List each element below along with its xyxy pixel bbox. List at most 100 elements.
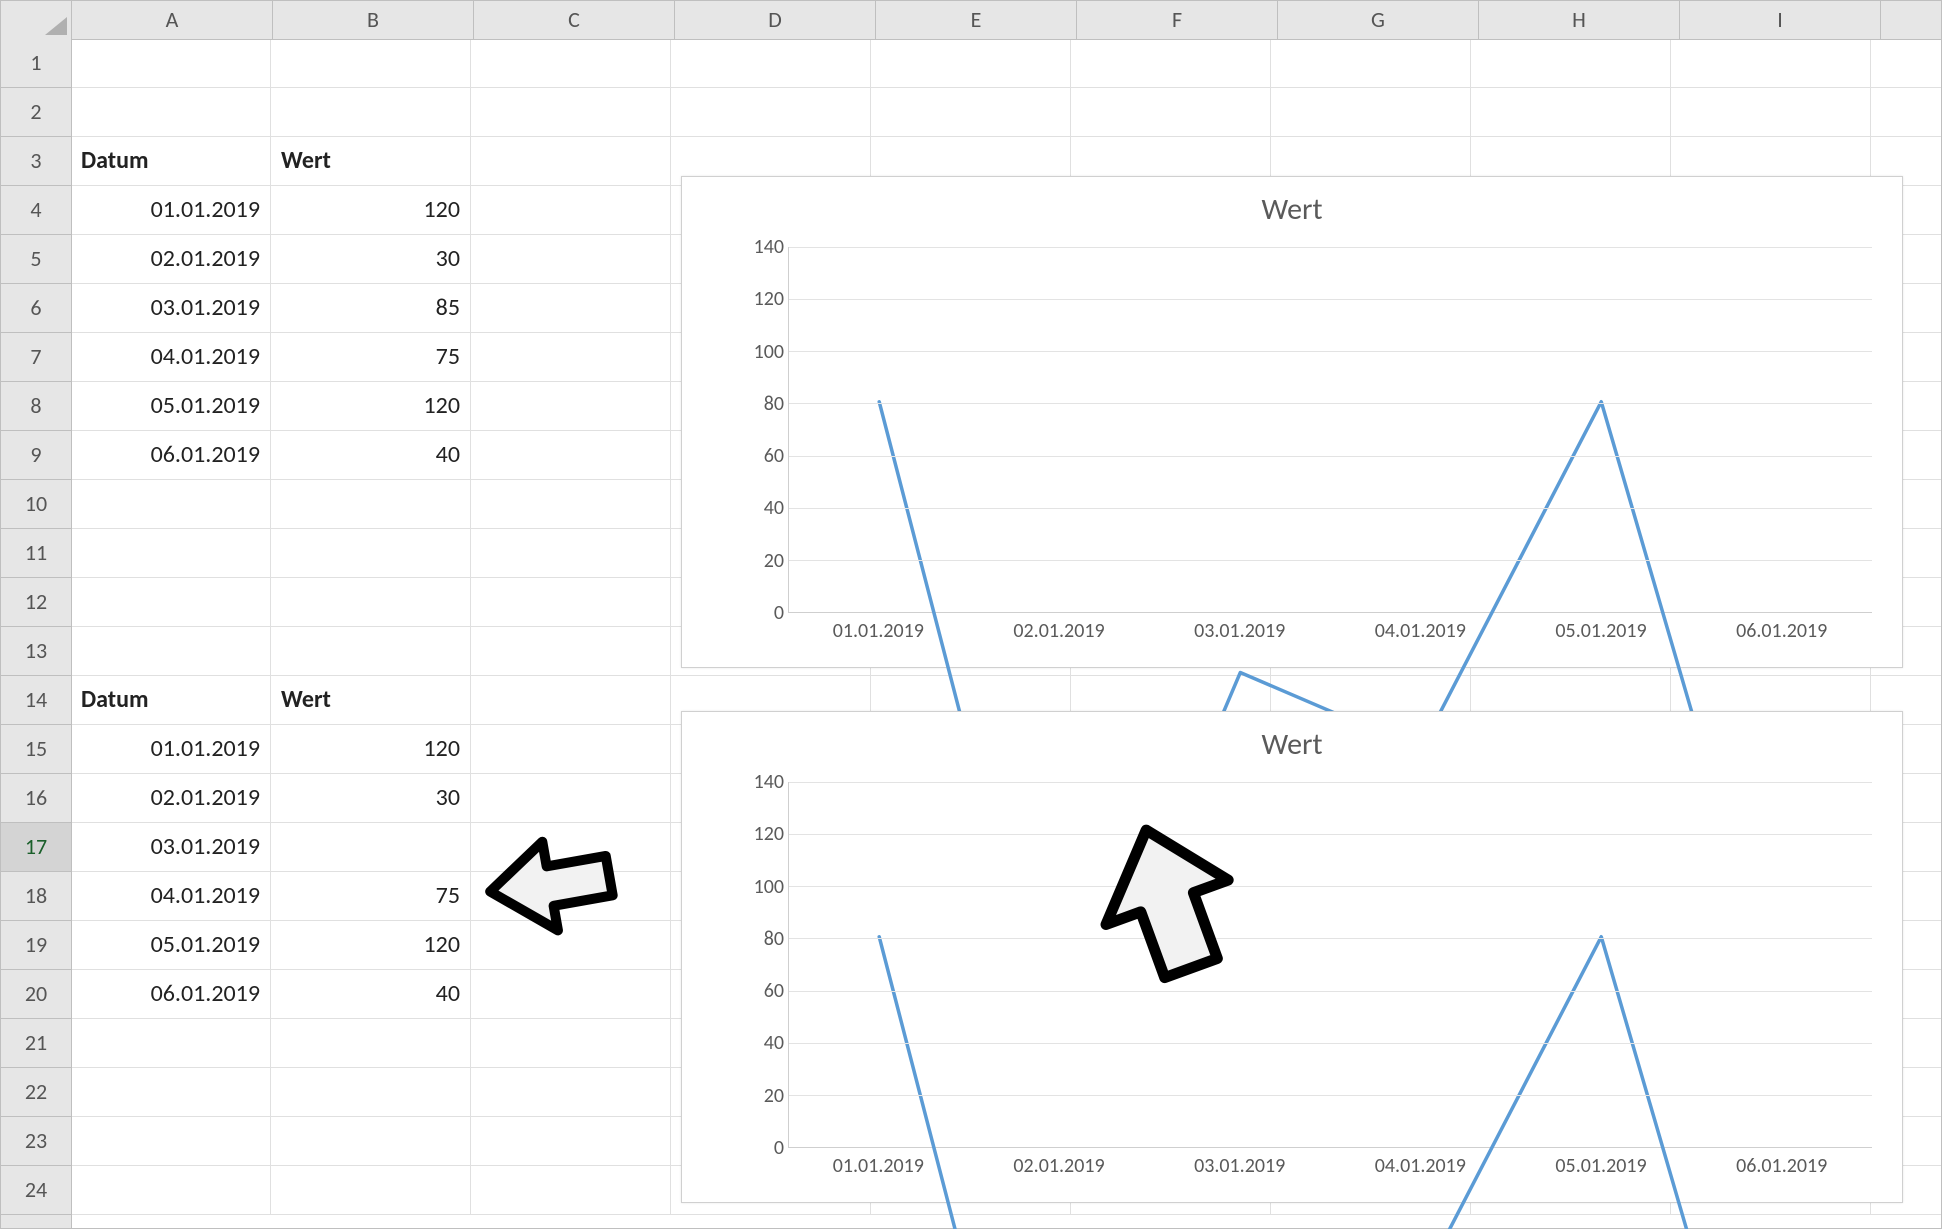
column-header-f[interactable]: F xyxy=(1077,1,1278,39)
cell-B22[interactable] xyxy=(271,1068,471,1116)
cell-C6[interactable] xyxy=(471,284,671,332)
cell-C5[interactable] xyxy=(471,235,671,283)
cell-B21[interactable] xyxy=(271,1019,471,1067)
cell-B19[interactable]: 120 xyxy=(271,921,471,969)
row-header-24[interactable]: 24 xyxy=(1,1166,71,1215)
cell-E2[interactable] xyxy=(871,88,1071,136)
cell-F1[interactable] xyxy=(1071,39,1271,87)
cell-B4[interactable]: 120 xyxy=(271,186,471,234)
cell-B6[interactable]: 85 xyxy=(271,284,471,332)
cell-C14[interactable] xyxy=(471,676,671,724)
cell-B15[interactable]: 120 xyxy=(271,725,471,773)
cell-C2[interactable] xyxy=(471,88,671,136)
row-header-14[interactable]: 14 xyxy=(1,676,71,725)
row-header-11[interactable]: 11 xyxy=(1,529,71,578)
cell-A22[interactable] xyxy=(71,1068,271,1116)
cell-C7[interactable] xyxy=(471,333,671,381)
row-header-9[interactable]: 9 xyxy=(1,431,71,480)
row-header-21[interactable]: 21 xyxy=(1,1019,71,1068)
cell-A24[interactable] xyxy=(71,1166,271,1214)
cell-C20[interactable] xyxy=(471,970,671,1018)
cell-C24[interactable] xyxy=(471,1166,671,1214)
cell-B8[interactable]: 120 xyxy=(271,382,471,430)
cell-C12[interactable] xyxy=(471,578,671,626)
row-header-12[interactable]: 12 xyxy=(1,578,71,627)
cell-C23[interactable] xyxy=(471,1117,671,1165)
column-header-e[interactable]: E xyxy=(876,1,1077,39)
cell-A4[interactable]: 01.01.2019 xyxy=(71,186,271,234)
cell-B1[interactable] xyxy=(271,39,471,87)
column-header-b[interactable]: B xyxy=(273,1,474,39)
cell-I1[interactable] xyxy=(1671,39,1871,87)
cell-B16[interactable]: 30 xyxy=(271,774,471,822)
cell-A16[interactable]: 02.01.2019 xyxy=(71,774,271,822)
cell-B17[interactable] xyxy=(271,823,471,871)
column-header-h[interactable]: H xyxy=(1479,1,1680,39)
select-all-corner[interactable] xyxy=(1,1,72,39)
cell-A9[interactable]: 06.01.2019 xyxy=(71,431,271,479)
cell-B20[interactable]: 40 xyxy=(271,970,471,1018)
row-header-15[interactable]: 15 xyxy=(1,725,71,774)
cell-G2[interactable] xyxy=(1271,88,1471,136)
row-header-10[interactable]: 10 xyxy=(1,480,71,529)
chart-bottom[interactable]: Wert 01.01.201902.01.201903.01.201904.01… xyxy=(681,711,1903,1203)
row-header-2[interactable]: 2 xyxy=(1,88,71,137)
cell-C21[interactable] xyxy=(471,1019,671,1067)
cell-B12[interactable] xyxy=(271,578,471,626)
cell-A8[interactable]: 05.01.2019 xyxy=(71,382,271,430)
row-header-13[interactable]: 13 xyxy=(1,627,71,676)
cell-B9[interactable]: 40 xyxy=(271,431,471,479)
cell-B14[interactable]: Wert xyxy=(271,676,471,724)
cell-B2[interactable] xyxy=(271,88,471,136)
cell-A1[interactable] xyxy=(71,39,271,87)
cell-F2[interactable] xyxy=(1071,88,1271,136)
cell-A13[interactable] xyxy=(71,627,271,675)
row-header-19[interactable]: 19 xyxy=(1,921,71,970)
cell-C15[interactable] xyxy=(471,725,671,773)
cell-E1[interactable] xyxy=(871,39,1071,87)
cell-C9[interactable] xyxy=(471,431,671,479)
row-header-23[interactable]: 23 xyxy=(1,1117,71,1166)
row-header-17[interactable]: 17 xyxy=(1,823,71,872)
cell-D1[interactable] xyxy=(671,39,871,87)
cell-A2[interactable] xyxy=(71,88,271,136)
cell-C22[interactable] xyxy=(471,1068,671,1116)
row-header-18[interactable]: 18 xyxy=(1,872,71,921)
cell-C16[interactable] xyxy=(471,774,671,822)
column-header-a[interactable]: A xyxy=(72,1,273,39)
row-header-4[interactable]: 4 xyxy=(1,186,71,235)
cell-B13[interactable] xyxy=(271,627,471,675)
cell-G1[interactable] xyxy=(1271,39,1471,87)
cell-A17[interactable]: 03.01.2019 xyxy=(71,823,271,871)
cell-D2[interactable] xyxy=(671,88,871,136)
cell-B3[interactable]: Wert xyxy=(271,137,471,185)
row-header-16[interactable]: 16 xyxy=(1,774,71,823)
cell-B23[interactable] xyxy=(271,1117,471,1165)
column-header-i[interactable]: I xyxy=(1680,1,1881,39)
cell-C4[interactable] xyxy=(471,186,671,234)
cell-B10[interactable] xyxy=(271,480,471,528)
cell-A19[interactable]: 05.01.2019 xyxy=(71,921,271,969)
row-header-8[interactable]: 8 xyxy=(1,382,71,431)
cell-A3[interactable]: Datum xyxy=(71,137,271,185)
cell-B18[interactable]: 75 xyxy=(271,872,471,920)
row-header-20[interactable]: 20 xyxy=(1,970,71,1019)
cell-A21[interactable] xyxy=(71,1019,271,1067)
cell-A7[interactable]: 04.01.2019 xyxy=(71,333,271,381)
cell-B7[interactable]: 75 xyxy=(271,333,471,381)
cell-A18[interactable]: 04.01.2019 xyxy=(71,872,271,920)
column-header-d[interactable]: D xyxy=(675,1,876,39)
cell-A6[interactable]: 03.01.2019 xyxy=(71,284,271,332)
cell-H2[interactable] xyxy=(1471,88,1671,136)
cell-I2[interactable] xyxy=(1671,88,1871,136)
cell-A20[interactable]: 06.01.2019 xyxy=(71,970,271,1018)
cell-B5[interactable]: 30 xyxy=(271,235,471,283)
cell-A14[interactable]: Datum xyxy=(71,676,271,724)
cell-H1[interactable] xyxy=(1471,39,1671,87)
cell-A11[interactable] xyxy=(71,529,271,577)
row-header-6[interactable]: 6 xyxy=(1,284,71,333)
row-header-3[interactable]: 3 xyxy=(1,137,71,186)
cell-B24[interactable] xyxy=(271,1166,471,1214)
row-header-5[interactable]: 5 xyxy=(1,235,71,284)
cell-A5[interactable]: 02.01.2019 xyxy=(71,235,271,283)
